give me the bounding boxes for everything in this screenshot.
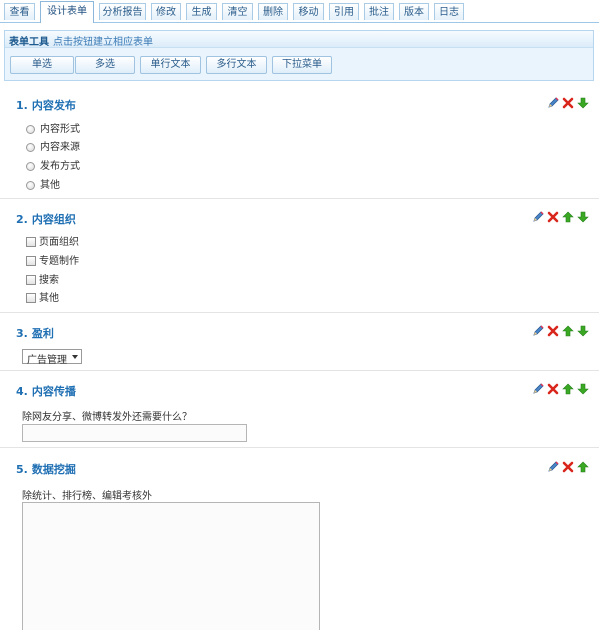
question-5-actions	[547, 461, 591, 473]
tab-edit[interactable]: 修改	[151, 3, 181, 20]
move-down-icon[interactable]	[577, 383, 589, 395]
edit-icon[interactable]	[532, 325, 544, 337]
question-title-text: 盈利	[31, 327, 54, 340]
multi-line-text-area[interactable]	[22, 502, 320, 630]
radio-button[interactable]	[26, 143, 35, 152]
question-1-actions	[547, 97, 591, 109]
question-number: 5.	[16, 463, 28, 476]
delete-icon[interactable]	[562, 461, 574, 473]
single-line-text-input[interactable]	[22, 424, 247, 442]
move-up-icon[interactable]	[562, 325, 574, 337]
question-number: 1.	[16, 99, 28, 112]
profit-dropdown[interactable]: 广告管理	[22, 349, 82, 366]
question-3-title: 3. 盈利	[16, 325, 54, 341]
option-label: 内容形式	[40, 124, 80, 135]
tab-design-form[interactable]: 设计表单	[40, 1, 94, 23]
add-single-line-text-button[interactable]: 单行文本	[140, 56, 201, 74]
edit-icon[interactable]	[547, 461, 559, 473]
checkbox[interactable]	[26, 275, 36, 285]
move-up-icon[interactable]	[562, 211, 574, 223]
tab-analysis-report[interactable]: 分析报告	[99, 3, 146, 20]
add-dropdown-button[interactable]: 下拉菜单	[272, 56, 332, 74]
tab-generate[interactable]: 生成	[186, 3, 217, 20]
tab-annotate[interactable]: 批注	[364, 3, 394, 20]
dropdown-value: 广告管理	[27, 355, 67, 366]
option-label: 内容来源	[40, 142, 80, 153]
chevron-down-icon	[72, 355, 78, 359]
option-label: 专题制作	[39, 256, 79, 267]
tab-move[interactable]: 移动	[293, 3, 324, 20]
option-label: 页面组织	[39, 237, 79, 248]
tab-reference[interactable]: 引用	[329, 3, 359, 20]
question-3-actions	[532, 325, 591, 337]
radio-button[interactable]	[26, 181, 35, 190]
option-label: 发布方式	[40, 161, 80, 172]
divider	[0, 198, 599, 199]
divider	[0, 370, 599, 371]
delete-icon[interactable]	[547, 325, 559, 337]
checkbox[interactable]	[26, 256, 36, 266]
toolbox-header: 表单工具 点击按钮建立相应表单	[5, 31, 593, 48]
question-4-prompt: 除网友分享、微博转发外还需要什么？	[22, 412, 192, 423]
question-5-prompt: 除统计、排行榜、编辑考核外	[22, 491, 152, 502]
question-title-text: 数据挖掘	[31, 463, 76, 476]
question-5-title: 5. 数据挖掘	[16, 461, 76, 477]
question-2-actions	[532, 211, 591, 223]
tab-log[interactable]: 日志	[434, 3, 464, 20]
delete-icon[interactable]	[547, 211, 559, 223]
toolbox-hint: 点击按钮建立相应表单	[53, 37, 153, 48]
question-title-text: 内容组织	[31, 213, 76, 226]
checkbox[interactable]	[26, 237, 36, 247]
move-down-icon[interactable]	[577, 325, 589, 337]
move-up-icon[interactable]	[562, 383, 574, 395]
divider	[0, 312, 599, 313]
edit-icon[interactable]	[547, 97, 559, 109]
question-1-title: 1. 内容发布	[16, 97, 76, 113]
tab-delete[interactable]: 删除	[258, 3, 288, 20]
tab-view[interactable]: 查看	[4, 3, 35, 20]
option-label: 其他	[40, 180, 60, 191]
divider	[0, 447, 599, 448]
move-up-icon[interactable]	[577, 461, 589, 473]
tab-bar: 查看 设计表单 分析报告 修改 生成 清空 删除 移动 引用 批注 版本 日志	[0, 0, 599, 23]
question-number: 2.	[16, 213, 28, 226]
delete-icon[interactable]	[562, 97, 574, 109]
question-2-title: 2. 内容组织	[16, 211, 76, 227]
question-4-title: 4. 内容传播	[16, 383, 76, 399]
add-radio-button[interactable]: 单选	[10, 56, 74, 74]
question-title-text: 内容发布	[31, 99, 76, 112]
edit-icon[interactable]	[532, 383, 544, 395]
checkbox[interactable]	[26, 293, 36, 303]
question-number: 3.	[16, 327, 28, 340]
question-number: 4.	[16, 385, 28, 398]
question-4-actions	[532, 383, 591, 395]
tab-version[interactable]: 版本	[399, 3, 429, 20]
move-down-icon[interactable]	[577, 211, 589, 223]
move-down-icon[interactable]	[577, 97, 589, 109]
question-title-text: 内容传播	[31, 385, 76, 398]
toolbox-title: 表单工具	[9, 37, 49, 48]
delete-icon[interactable]	[547, 383, 559, 395]
option-label: 其他	[39, 293, 59, 304]
option-label: 搜索	[39, 275, 59, 286]
radio-button[interactable]	[26, 162, 35, 171]
add-checkbox-button[interactable]: 多选	[75, 56, 135, 74]
edit-icon[interactable]	[532, 211, 544, 223]
add-multi-line-text-button[interactable]: 多行文本	[206, 56, 267, 74]
radio-button[interactable]	[26, 125, 35, 134]
form-toolbox: 表单工具 点击按钮建立相应表单 单选 多选 单行文本 多行文本 下拉菜单	[4, 30, 594, 81]
tab-clear[interactable]: 清空	[222, 3, 253, 20]
